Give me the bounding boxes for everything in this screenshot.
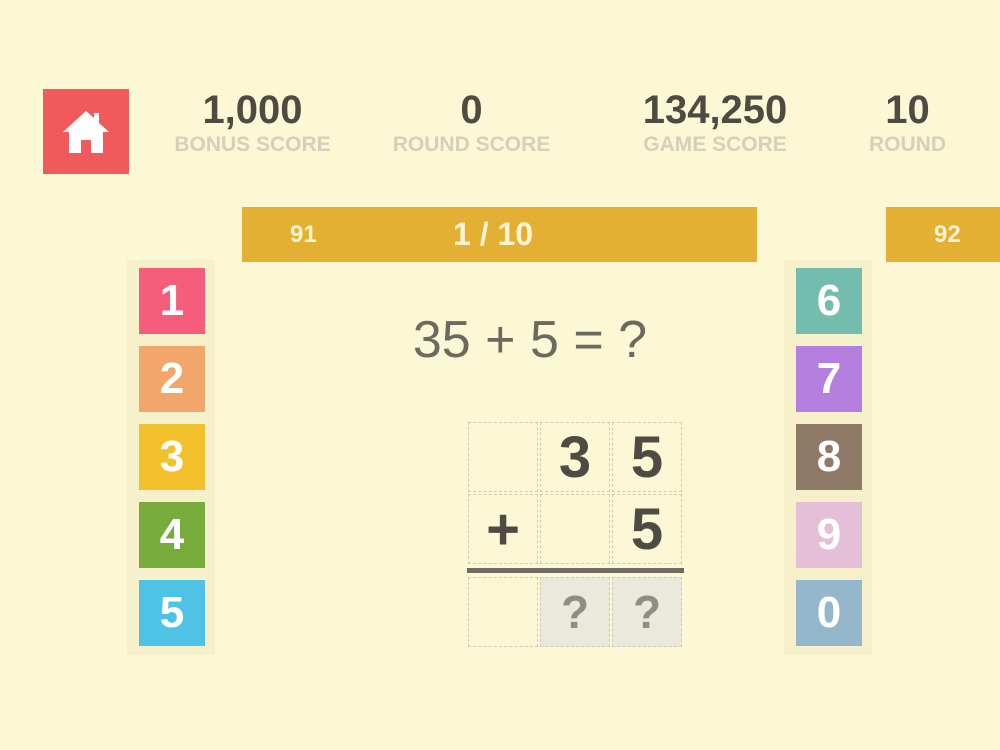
bonus-score-label: BONUS SCORE <box>174 133 331 156</box>
answer-cell-ones[interactable]: ? <box>612 577 682 647</box>
round-score-label: ROUND SCORE <box>392 133 551 156</box>
key-2[interactable]: 2 <box>139 346 205 412</box>
answer-cell[interactable] <box>468 577 538 647</box>
problem-bar: 91 1 / 10 <box>242 207 757 262</box>
worksheet-cell: 3 <box>540 422 610 492</box>
key-8[interactable]: 8 <box>796 424 862 490</box>
game-score-label: GAME SCORE <box>643 133 787 156</box>
next-problem-number: 92 <box>934 221 961 248</box>
worksheet-cell <box>540 494 610 564</box>
bonus-score-value: 1,000 <box>202 88 303 132</box>
sum-line <box>467 568 684 573</box>
key-7[interactable]: 7 <box>796 346 862 412</box>
game-score: 134,250 GAME SCORE <box>625 86 805 158</box>
bonus-score: 1,000 BONUS SCORE <box>160 86 345 158</box>
home-icon <box>63 110 109 153</box>
key-9[interactable]: 9 <box>796 502 862 568</box>
worksheet-cell: 5 <box>612 422 682 492</box>
round: 10 ROUND <box>855 86 960 158</box>
key-6[interactable]: 6 <box>796 268 862 334</box>
game-score-value: 134,250 <box>642 88 788 132</box>
key-5[interactable]: 5 <box>139 580 205 646</box>
equation: 35 + 5 = ? <box>412 311 648 369</box>
keypad-left: 1 2 3 4 5 <box>127 260 215 655</box>
home-button[interactable] <box>43 89 129 174</box>
round-score: 0 ROUND SCORE <box>378 86 565 158</box>
key-3[interactable]: 3 <box>139 424 205 490</box>
keypad-right: 6 7 8 9 0 <box>784 260 872 655</box>
key-0[interactable]: 0 <box>796 580 862 646</box>
prev-problem-number: 91 <box>290 221 317 248</box>
worksheet-operator: + <box>468 494 538 564</box>
worksheet-cell <box>468 422 538 492</box>
next-problem-bar: 92 <box>886 207 1000 262</box>
worksheet-cell: 5 <box>612 494 682 564</box>
problem-progress: 1 / 10 <box>453 216 534 252</box>
round-value: 10 <box>885 88 930 132</box>
answer-cell-tens[interactable]: ? <box>540 577 610 647</box>
round-label: ROUND <box>869 133 946 156</box>
round-score-value: 0 <box>460 88 483 132</box>
key-4[interactable]: 4 <box>139 502 205 568</box>
key-1[interactable]: 1 <box>139 268 205 334</box>
